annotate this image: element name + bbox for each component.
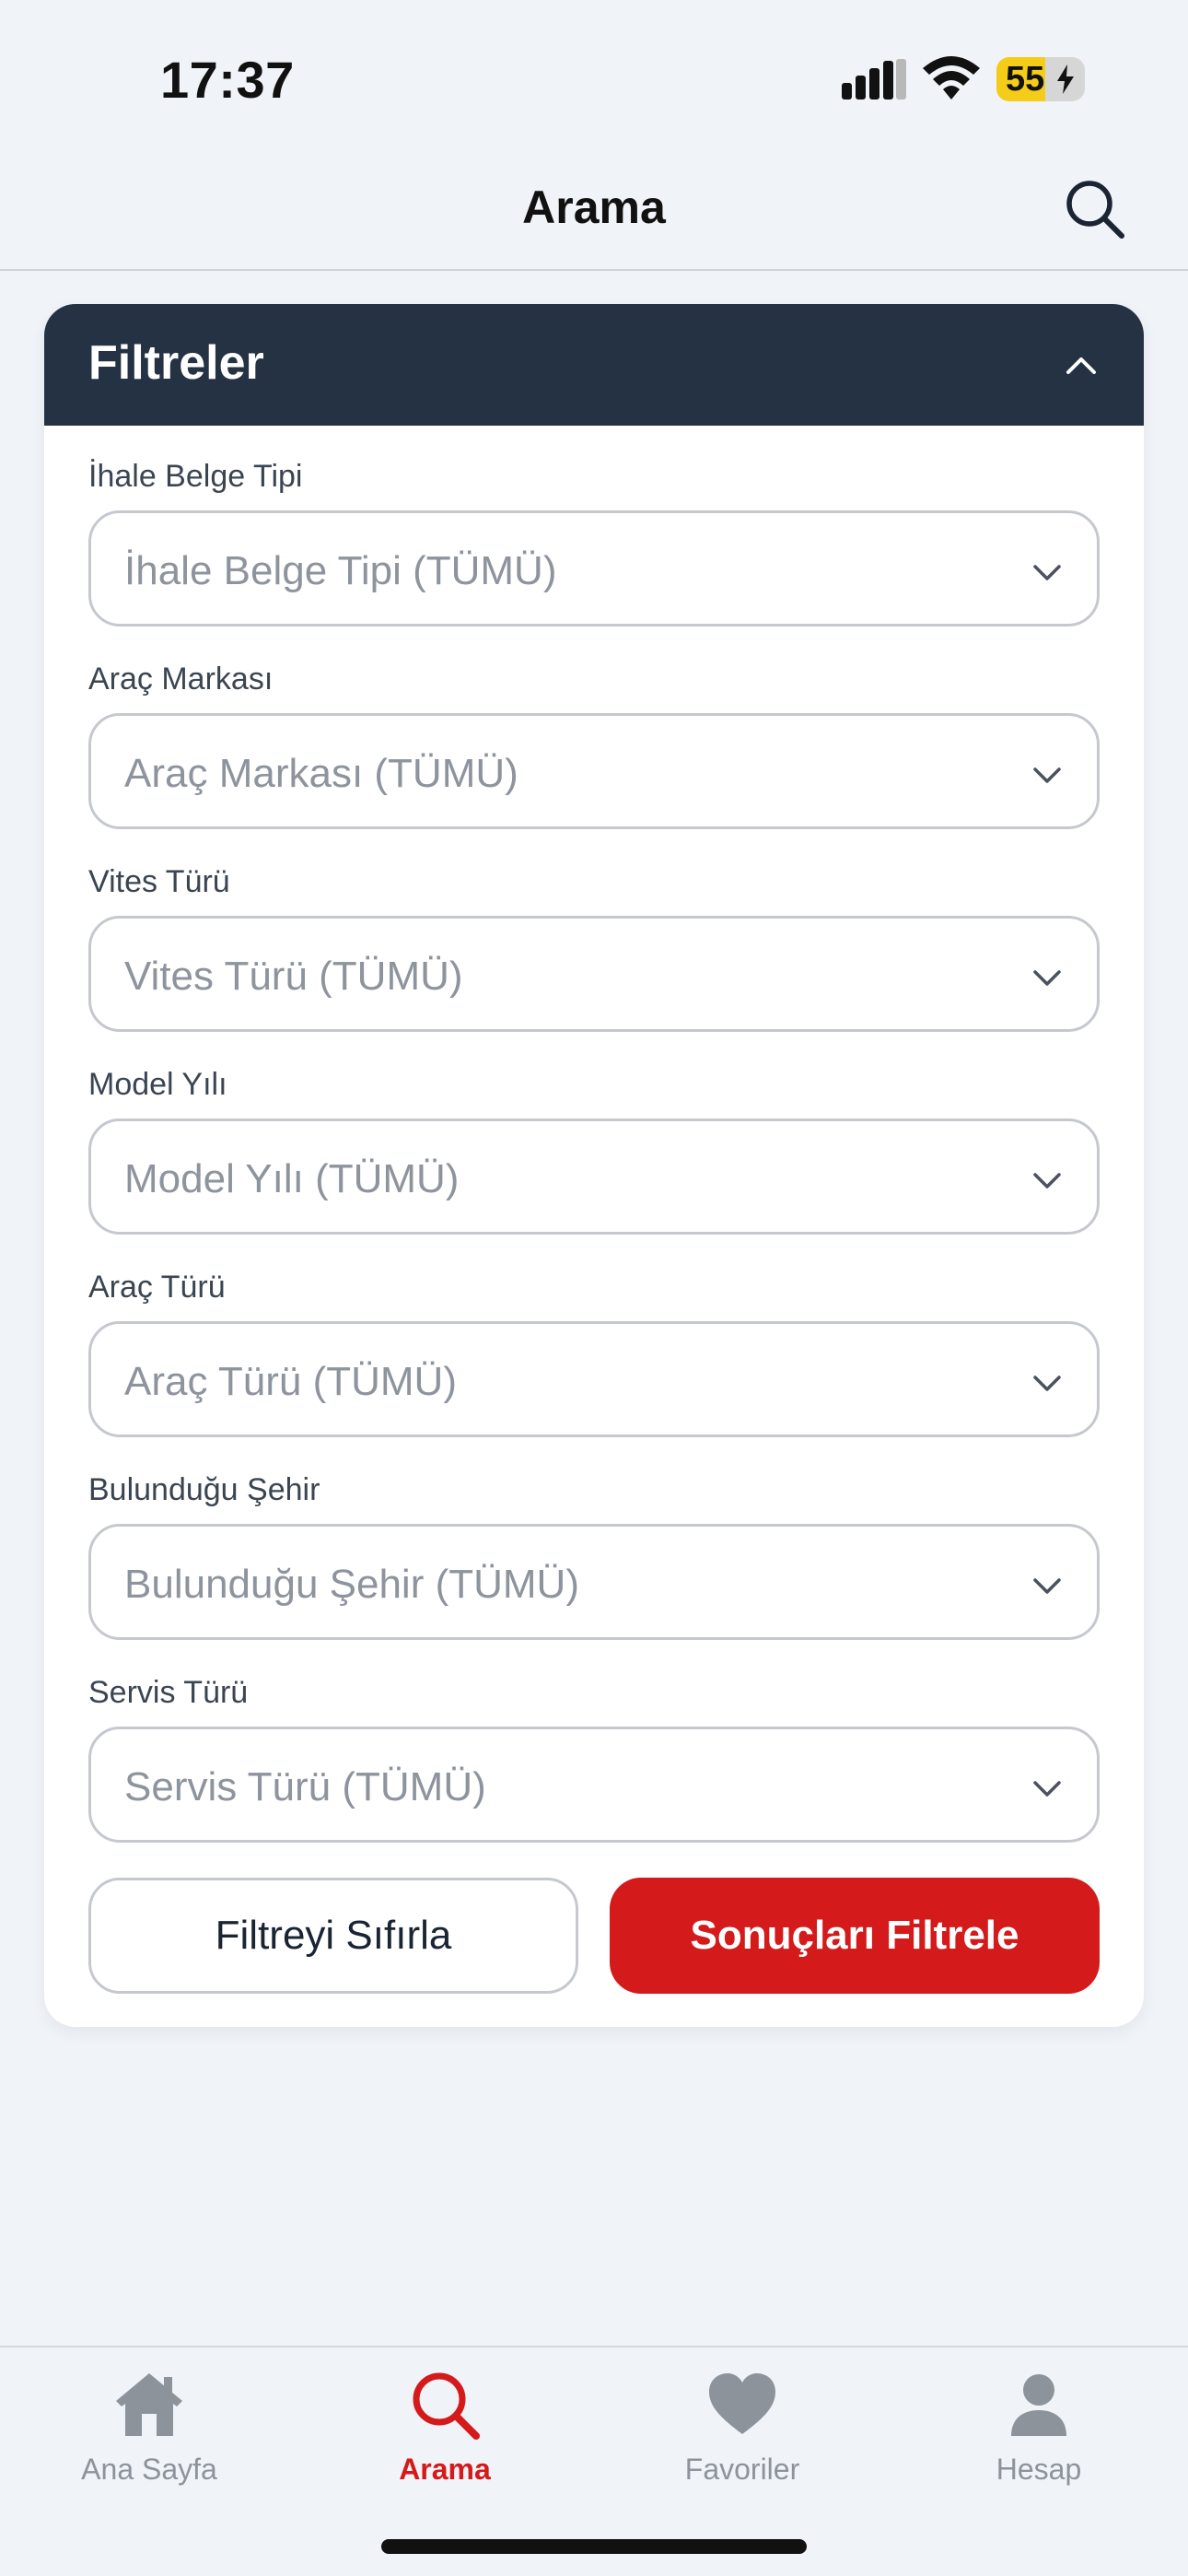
chevron-up-icon[interactable] [1063,346,1100,383]
select-placeholder: Model Yılı (TÜMÜ) [124,1156,460,1201]
search-screen: 17:37 55 Arama Filtreler İhale Belge Tip… [0,0,1188,2576]
select-placeholder: Servis Türü (TÜMÜ) [124,1764,486,1809]
tab-account[interactable]: Hesap [928,2366,1149,2523]
select-placeholder: Araç Markası (TÜMÜ) [124,751,518,796]
city-label: Bulunduğu Şehir [88,1472,320,1507]
chevron-down-icon [1033,565,1061,580]
city-select[interactable]: Bulunduğu Şehir (TÜMÜ) [88,1524,1100,1640]
home-icon [116,2373,182,2436]
user-icon [1011,2374,1066,2436]
document-type-select[interactable]: İhale Belge Tipi (TÜMÜ) [88,510,1100,626]
document-type-label: İhale Belge Tipi [88,459,303,494]
status-bar: 17:37 55 [0,0,1188,147]
chevron-down-icon [1033,767,1061,783]
filter-card-title: Filtreler [88,336,264,390]
vehicle-type-label: Araç Türü [88,1270,226,1305]
home-indicator [381,2539,807,2554]
battery-percent: 55 [1006,60,1045,99]
filter-card: Filtreler İhale Belge Tipi İhale Belge T… [44,304,1144,2027]
chevron-down-icon [1033,1781,1061,1797]
service-type-select[interactable]: Servis Türü (TÜMÜ) [88,1727,1100,1843]
search-icon[interactable] [1063,177,1127,241]
tab-label: Hesap [996,2453,1082,2486]
status-time: 17:37 [160,51,295,109]
select-placeholder: İhale Belge Tipi (TÜMÜ) [124,548,557,593]
model-year-label: Model Yılı [88,1067,227,1102]
chevron-down-icon [1033,1376,1061,1391]
tab-label: Arama [399,2453,491,2486]
vehicle-brand-select[interactable]: Araç Markası (TÜMÜ) [88,713,1100,829]
reset-filter-button[interactable]: Filtreyi Sıfırla [88,1878,578,1994]
select-placeholder: Bulunduğu Şehir (TÜMÜ) [124,1562,579,1607]
tab-label: Ana Sayfa [81,2453,217,2486]
service-type-label: Servis Türü [88,1675,249,1710]
transmission-type-label: Vites Türü [88,864,230,899]
model-year-select[interactable]: Model Yılı (TÜMÜ) [88,1118,1100,1235]
transmission-type-select[interactable]: Vites Türü (TÜMÜ) [88,916,1100,1032]
wifi-icon [923,56,980,100]
heart-icon [709,2373,775,2434]
chevron-down-icon [1033,1578,1061,1594]
apply-filter-button[interactable]: Sonuçları Filtrele [610,1878,1100,1994]
tab-favorites[interactable]: Favoriler [632,2366,853,2523]
select-placeholder: Araç Türü (TÜMÜ) [124,1359,457,1404]
page-title: Arama [522,181,666,233]
vehicle-brand-label: Araç Markası [88,662,274,697]
charging-bolt-icon [1057,64,1074,94]
tab-label: Favoriler [684,2453,800,2486]
cellular-signal-icon [842,59,906,100]
chevron-down-icon [1033,1173,1061,1188]
battery-indicator: 55 [996,57,1085,101]
navigation-bar: Arama [0,147,1188,271]
vehicle-type-select[interactable]: Araç Türü (TÜMÜ) [88,1321,1100,1437]
search-icon [413,2372,480,2440]
chevron-down-icon [1033,970,1061,986]
select-placeholder: Vites Türü (TÜMÜ) [124,954,463,999]
filter-card-header[interactable]: Filtreler [44,304,1144,426]
tab-home[interactable]: Ana Sayfa [39,2366,260,2523]
tab-search[interactable]: Arama [334,2366,555,2523]
